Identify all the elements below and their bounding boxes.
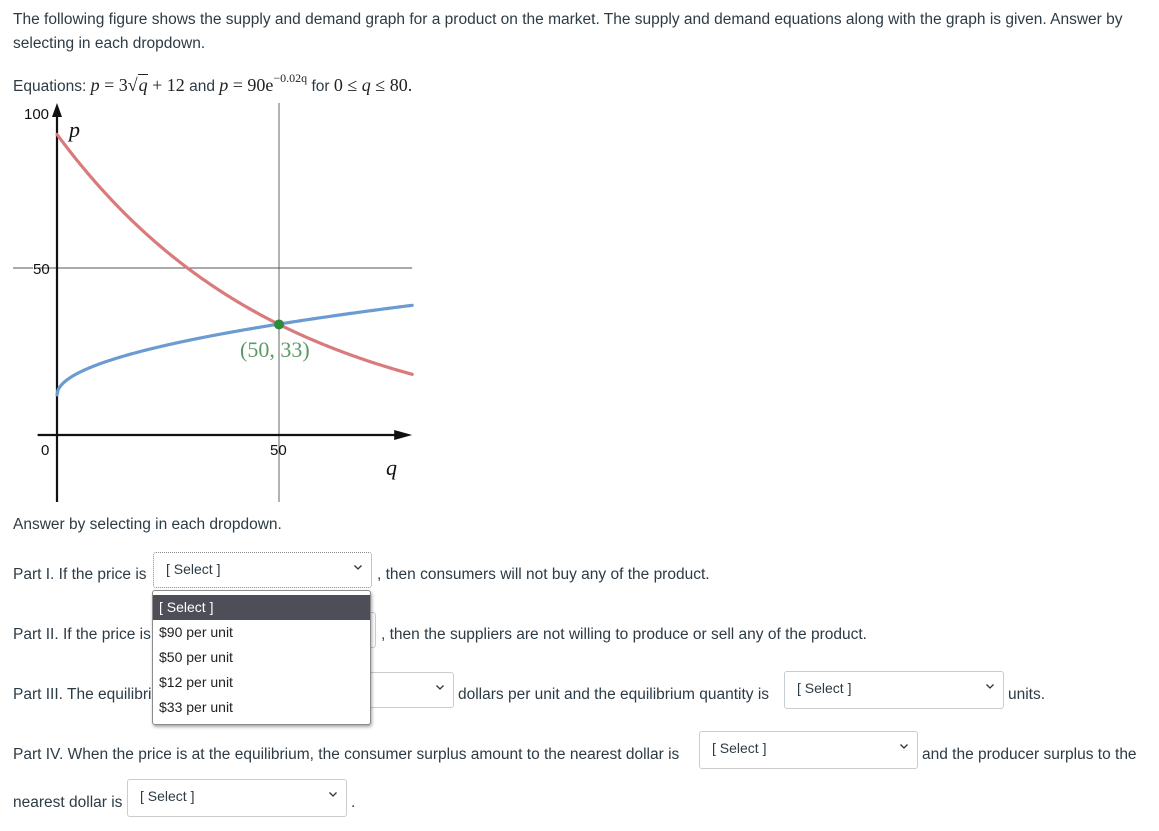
dropdown-option[interactable]: $33 per unit	[153, 695, 370, 720]
chevron-down-icon	[436, 685, 444, 690]
part1-before: Part I. If the price is	[13, 566, 147, 583]
supply-curve	[55, 303, 414, 397]
x-axis-arrow-icon	[394, 430, 413, 440]
instructions: Answer by selecting in each dropdown.	[13, 516, 282, 533]
y-tick-label-50: 50	[33, 261, 50, 278]
part4-producer-surplus-select[interactable]: [ Select ]	[127, 779, 347, 817]
part4-before: Part IV. When the price is at the equili…	[13, 746, 680, 763]
equations-label: Equations:	[13, 78, 87, 95]
part1-select-value: [ Select ]	[166, 561, 221, 577]
chevron-down-icon	[329, 792, 337, 797]
supply-equation: p = 3√q + 12	[90, 74, 185, 95]
dropdown-option[interactable]: [ Select ]	[153, 595, 370, 620]
x-axis-label: q	[386, 455, 397, 480]
question-intro: The following figure shows the supply an…	[13, 11, 1123, 52]
x-tick-label-50: 50	[270, 442, 287, 459]
domain-inequality: 0 ≤ q ≤ 80.	[333, 75, 413, 95]
part3-quantity-select[interactable]: [ Select ]	[784, 671, 1004, 709]
for-text: for	[311, 78, 330, 95]
part4-producer-surplus-select-value: [ Select ]	[140, 788, 195, 804]
demand-curve	[55, 132, 414, 376]
y-tick-label-100: 100	[24, 106, 49, 123]
chevron-down-icon	[986, 684, 994, 689]
part3-after: units.	[1008, 686, 1046, 703]
supply-demand-chart: 100 50 0 50 p q (50, 33)	[13, 103, 414, 502]
equilibrium-annotation: (50, 33)	[240, 337, 310, 362]
part4-after: .	[351, 794, 356, 811]
part3-quantity-select-value: [ Select ]	[797, 680, 852, 696]
part2-before: Part II. If the price is	[13, 626, 151, 643]
part4-consumer-surplus-select[interactable]: [ Select ]	[699, 731, 918, 769]
part3-middle: dollars per unit and the equilibrium qua…	[458, 686, 770, 703]
and-text: and	[189, 78, 215, 95]
equilibrium-point	[274, 319, 284, 330]
dropdown-option[interactable]: $90 per unit	[153, 620, 370, 645]
part4-consumer-surplus-select-value: [ Select ]	[712, 740, 767, 756]
y-axis-arrow-icon	[52, 103, 62, 117]
chevron-down-icon	[354, 565, 362, 570]
demand-equation: p = 90e−0.02q	[219, 71, 308, 95]
part2-after: , then the suppliers are not willing to …	[381, 626, 867, 643]
part1-dropdown-list[interactable]: [ Select ] $90 per unit $50 per unit $12…	[152, 590, 371, 725]
dropdown-option[interactable]: $12 per unit	[153, 670, 370, 695]
part4-line2: nearest dollar is	[13, 794, 123, 811]
part1-select[interactable]: [ Select ]	[153, 552, 372, 588]
part4-middle: and the producer surplus to the	[922, 746, 1137, 763]
part1-after: , then consumers will not buy any of the…	[377, 566, 710, 583]
x-tick-label-0: 0	[41, 442, 49, 459]
dropdown-option[interactable]: $50 per unit	[153, 645, 370, 670]
y-axis-label: p	[67, 117, 80, 142]
chevron-down-icon	[900, 744, 908, 749]
